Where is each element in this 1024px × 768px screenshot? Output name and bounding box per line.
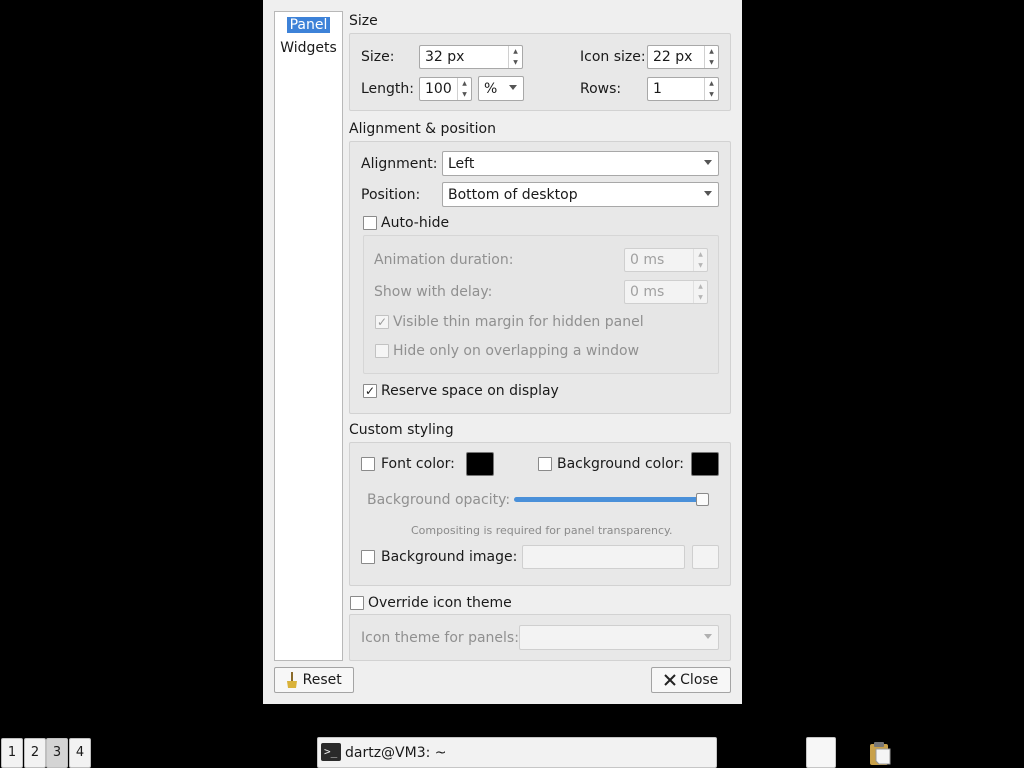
icon-theme-group: Icon theme for panels: xyxy=(349,614,731,661)
styling-group: Font color: Background color: Background… xyxy=(349,442,731,586)
background-opacity-label: Background opacity: xyxy=(367,492,511,508)
background-image-field[interactable] xyxy=(522,545,685,569)
override-icon-theme-label: Override icon theme xyxy=(368,595,512,611)
spin-arrows-icon[interactable]: ▲ ▼ xyxy=(693,249,707,271)
nav-item-widgets[interactable]: Widgets xyxy=(275,39,342,57)
checkmark-icon: ✓ xyxy=(377,315,388,329)
reserve-space-label: Reserve space on display xyxy=(381,383,559,399)
icon-size-spinbox[interactable]: 22 px ▲ ▼ xyxy=(647,45,719,69)
alignment-label: Alignment: xyxy=(361,156,438,172)
broom-icon xyxy=(287,672,298,688)
chevron-down-icon xyxy=(509,85,517,90)
reserve-space-checkbox[interactable]: ✓ xyxy=(363,384,377,398)
panel-configuration-dialog: Panel Widgets Size Size: 32 px ▲ ▼ Icon s… xyxy=(263,0,742,704)
close-icon xyxy=(663,674,676,686)
position-label: Position: xyxy=(361,187,421,203)
overlap-label: Hide only on overlapping a window xyxy=(393,343,640,359)
animation-duration-spinbox[interactable]: 0 ms ▲ ▼ xyxy=(624,248,708,272)
thin-margin-checkbox[interactable]: ✓ xyxy=(375,315,389,329)
compositing-note: Compositing is required for panel transp… xyxy=(411,524,673,537)
desktop-switch-2[interactable]: 2 xyxy=(24,738,46,768)
size-label: Size: xyxy=(361,49,395,65)
length-unit-combo[interactable]: % xyxy=(478,76,524,101)
slider-handle[interactable] xyxy=(696,493,709,506)
size-group: Size: 32 px ▲ ▼ Icon size: 22 px ▲ ▼ Lengt… xyxy=(349,33,731,111)
background-color-label: Background color: xyxy=(557,456,684,472)
position-combo[interactable]: Bottom of desktop xyxy=(442,182,719,207)
task-label: dartz@VM3: ~ xyxy=(345,745,447,761)
spin-arrows-icon[interactable]: ▲ ▼ xyxy=(704,78,718,100)
chevron-down-icon xyxy=(704,634,712,639)
chevron-down-icon xyxy=(704,191,712,196)
spin-arrows-icon[interactable]: ▲ ▼ xyxy=(457,78,471,100)
animation-duration-label: Animation duration: xyxy=(374,252,514,268)
alignment-section-title: Alignment & position xyxy=(349,121,496,137)
terminal-icon: >_ xyxy=(321,743,341,761)
autohide-options-group: Animation duration: 0 ms ▲ ▼ Show with de… xyxy=(363,235,719,374)
desktop-switch-1[interactable]: 1 xyxy=(1,738,23,768)
checkmark-icon: ✓ xyxy=(365,384,376,398)
background-image-label: Background image: xyxy=(381,549,518,565)
alignment-group: Alignment: Left Position: Bottom of desk… xyxy=(349,141,731,414)
browse-image-button[interactable] xyxy=(692,545,719,569)
chevron-down-icon xyxy=(704,160,712,165)
background-color-swatch[interactable] xyxy=(691,452,719,476)
rows-spinbox[interactable]: 1 ▲ ▼ xyxy=(647,77,719,101)
autohide-checkbox[interactable] xyxy=(363,216,377,230)
length-label: Length: xyxy=(361,81,415,97)
background-color-checkbox[interactable] xyxy=(538,457,552,471)
spin-arrows-icon[interactable]: ▲ ▼ xyxy=(508,46,522,68)
spin-arrows-icon[interactable]: ▲ ▼ xyxy=(693,281,707,303)
spin-arrows-icon[interactable]: ▲ ▼ xyxy=(704,46,718,68)
overlap-checkbox[interactable] xyxy=(375,344,389,358)
taskbar: 1 2 3 4 >_ dartz@VM3: ~ xyxy=(0,736,1024,768)
length-spinbox[interactable]: 100 ▲ ▼ xyxy=(419,77,472,101)
clipboard-icon[interactable] xyxy=(868,740,892,766)
alignment-combo[interactable]: Left xyxy=(442,151,719,176)
close-button[interactable]: Close xyxy=(651,667,731,693)
thin-margin-label: Visible thin margin for hidden panel xyxy=(393,314,644,330)
tray-widget[interactable] xyxy=(806,737,836,768)
font-color-swatch[interactable] xyxy=(466,452,494,476)
nav-item-panel[interactable]: Panel xyxy=(275,16,342,34)
font-color-label: Font color: xyxy=(381,456,455,472)
background-image-checkbox[interactable] xyxy=(361,550,375,564)
font-color-checkbox[interactable] xyxy=(361,457,375,471)
settings-page-list: Panel Widgets xyxy=(274,11,343,661)
show-delay-label: Show with delay: xyxy=(374,284,493,300)
styling-section-title: Custom styling xyxy=(349,422,454,438)
taskbar-window-terminal[interactable]: >_ dartz@VM3: ~ xyxy=(317,737,717,768)
override-icon-theme-checkbox[interactable] xyxy=(350,596,364,610)
icon-theme-combo[interactable] xyxy=(519,625,719,650)
desktop-switch-4[interactable]: 4 xyxy=(69,738,91,768)
autohide-label: Auto-hide xyxy=(381,215,450,231)
rows-label: Rows: xyxy=(580,81,622,97)
icon-size-label: Icon size: xyxy=(580,49,646,65)
size-spinbox[interactable]: 32 px ▲ ▼ xyxy=(419,45,523,69)
panel-settings-page: Size Size: 32 px ▲ ▼ Icon size: 22 px ▲ ▼ … xyxy=(349,0,731,662)
show-delay-spinbox[interactable]: 0 ms ▲ ▼ xyxy=(624,280,708,304)
size-section-title: Size xyxy=(349,13,378,29)
icon-theme-label: Icon theme for panels: xyxy=(361,630,519,646)
desktop-switch-3[interactable]: 3 xyxy=(46,738,68,768)
background-opacity-slider[interactable] xyxy=(514,497,708,502)
reset-button[interactable]: Reset xyxy=(274,667,354,693)
